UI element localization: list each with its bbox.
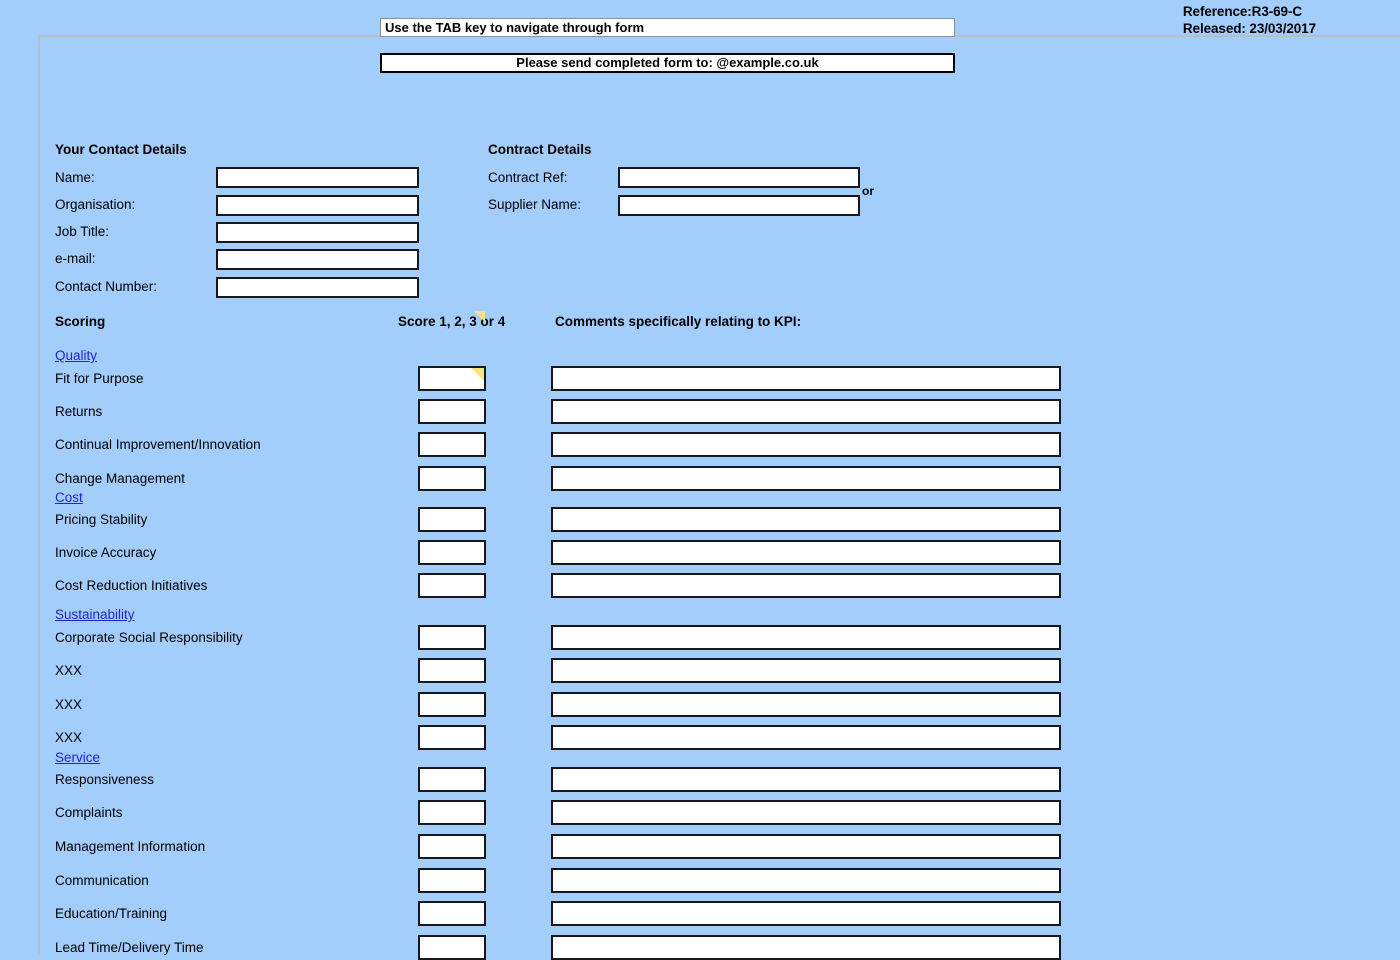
scoring-row-continual-improvement-innovation-0-2-label: Continual Improvement/Innovation	[55, 437, 261, 452]
scoring-row-continual-improvement-innovation-0-2-score-input[interactable]	[418, 432, 486, 457]
contact-label-organisation: Organisation:	[55, 197, 136, 212]
document-reference-block: Reference:R3-69-C Released: 23/03/2017	[1183, 3, 1316, 37]
contract-or-label: or	[862, 184, 874, 198]
scoring-row-xxx-2-1-score-input[interactable]	[418, 658, 486, 683]
scoring-row-communication-3-3-comment-input[interactable]	[551, 868, 1061, 893]
scoring-row-xxx-2-3-label: XXX	[55, 730, 83, 745]
contact-input-e-mail[interactable]	[216, 249, 419, 270]
contract-input-contract-ref[interactable]	[618, 167, 860, 188]
contact-input-contact-number[interactable]	[216, 277, 419, 298]
contact-label-contact-number: Contact Number:	[55, 279, 158, 294]
scoring-row-cost-reduction-initiatives-1-2-label: Cost Reduction Initiatives	[55, 578, 208, 593]
contract-label-contract-ref: Contract Ref:	[488, 170, 568, 185]
scoring-row-education-training-3-4-score-input[interactable]	[418, 901, 486, 926]
contact-label-name: Name:	[55, 170, 95, 185]
scoring-row-corporate-social-responsibility-2-0-comment-input[interactable]	[551, 625, 1061, 650]
scoring-row-fit-for-purpose-0-0-comment-marker-icon	[471, 368, 484, 381]
scoring-row-xxx-2-2-score-input[interactable]	[418, 692, 486, 717]
scoring-row-change-management-0-3-comment-input[interactable]	[551, 466, 1061, 491]
released-label: Released: 23/03/2017	[1182, 21, 1316, 36]
scoring-row-xxx-2-3-comment-input[interactable]	[551, 725, 1061, 750]
scoring-row-education-training-3-4-label: Education/Training	[55, 906, 168, 921]
category-link-service[interactable]: Service	[55, 750, 100, 765]
scoring-row-change-management-0-3-label: Change Management	[55, 471, 185, 486]
scoring-row-management-information-3-2-label: Management Information	[55, 839, 206, 854]
comment-marker-icon	[474, 311, 485, 322]
contact-input-name[interactable]	[216, 167, 419, 188]
contact-label-job-title: Job Title:	[55, 224, 110, 239]
scoring-row-complaints-3-1-score-input[interactable]	[418, 800, 486, 825]
send-to-banner: Please send completed form to: @example.…	[380, 53, 955, 73]
scoring-row-xxx-2-2-comment-input[interactable]	[551, 692, 1061, 717]
score-column-header: Score 1, 2, 3 or 4	[398, 314, 506, 329]
category-link-quality[interactable]: Quality	[55, 348, 97, 363]
scoring-row-lead-time-delivery-time-3-5-score-input[interactable]	[418, 935, 486, 960]
scoring-row-responsiveness-3-0-comment-input[interactable]	[551, 767, 1061, 792]
contact-label-e-mail: e-mail:	[55, 251, 96, 266]
contract-details-heading: Contract Details	[488, 142, 592, 157]
scoring-row-returns-0-1-comment-input[interactable]	[551, 399, 1061, 424]
contract-input-supplier-name[interactable]	[618, 195, 860, 216]
category-link-cost[interactable]: Cost	[55, 490, 83, 505]
scoring-row-fit-for-purpose-0-0-comment-input[interactable]	[551, 366, 1061, 391]
scoring-row-education-training-3-4-comment-input[interactable]	[551, 901, 1061, 926]
scoring-row-fit-for-purpose-0-0-label: Fit for Purpose	[55, 371, 144, 386]
category-link-sustainability[interactable]: Sustainability	[55, 607, 135, 622]
scoring-heading: Scoring	[55, 314, 106, 329]
tab-hint-banner: Use the TAB key to navigate through form	[380, 18, 955, 37]
scoring-row-cost-reduction-initiatives-1-2-score-input[interactable]	[418, 573, 486, 598]
scoring-row-communication-3-3-score-input[interactable]	[418, 868, 486, 893]
contact-details-heading: Your Contact Details	[55, 142, 187, 157]
contract-label-supplier-name: Supplier Name:	[488, 197, 582, 212]
scoring-row-invoice-accuracy-1-1-label: Invoice Accuracy	[55, 545, 157, 560]
scoring-row-pricing-stability-1-0-comment-input[interactable]	[551, 507, 1061, 532]
scoring-row-lead-time-delivery-time-3-5-comment-input[interactable]	[551, 935, 1061, 960]
comments-column-header: Comments specifically relating to KPI:	[555, 314, 802, 329]
scoring-row-change-management-0-3-score-input[interactable]	[418, 466, 486, 491]
scoring-row-xxx-2-2-label: XXX	[55, 697, 83, 712]
scoring-row-responsiveness-3-0-label: Responsiveness	[55, 772, 155, 787]
scoring-row-communication-3-3-label: Communication	[55, 873, 149, 888]
scoring-row-complaints-3-1-label: Complaints	[55, 805, 123, 820]
scoring-row-cost-reduction-initiatives-1-2-comment-input[interactable]	[551, 573, 1061, 598]
contact-input-organisation[interactable]	[216, 195, 419, 216]
scoring-row-responsiveness-3-0-score-input[interactable]	[418, 767, 486, 792]
scoring-row-management-information-3-2-score-input[interactable]	[418, 834, 486, 859]
contact-input-job-title[interactable]	[216, 222, 419, 243]
reference-label: Reference:R3-69-C	[1182, 4, 1302, 19]
scoring-row-invoice-accuracy-1-1-comment-input[interactable]	[551, 540, 1061, 565]
scoring-row-lead-time-delivery-time-3-5-label: Lead Time/Delivery Time	[55, 940, 204, 955]
scoring-row-returns-0-1-score-input[interactable]	[418, 399, 486, 424]
scoring-row-xxx-2-3-score-input[interactable]	[418, 725, 486, 750]
scoring-row-corporate-social-responsibility-2-0-label: Corporate Social Responsibility	[55, 630, 243, 645]
scoring-row-invoice-accuracy-1-1-score-input[interactable]	[418, 540, 486, 565]
scoring-row-returns-0-1-label: Returns	[55, 404, 103, 419]
scoring-row-complaints-3-1-comment-input[interactable]	[551, 800, 1061, 825]
scoring-row-xxx-2-1-label: XXX	[55, 663, 83, 678]
scoring-row-management-information-3-2-comment-input[interactable]	[551, 834, 1061, 859]
scoring-row-continual-improvement-innovation-0-2-comment-input[interactable]	[551, 432, 1061, 457]
scoring-row-pricing-stability-1-0-score-input[interactable]	[418, 507, 486, 532]
scoring-row-pricing-stability-1-0-label: Pricing Stability	[55, 512, 148, 527]
scoring-row-corporate-social-responsibility-2-0-score-input[interactable]	[418, 625, 486, 650]
scoring-row-xxx-2-1-comment-input[interactable]	[551, 658, 1061, 683]
